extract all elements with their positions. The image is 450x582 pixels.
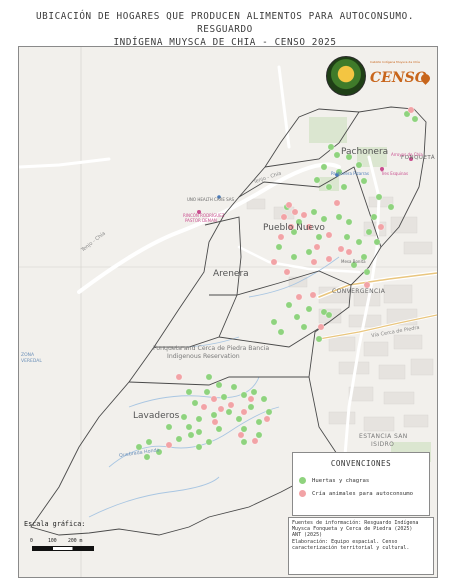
scale-tick-0: 0 (30, 539, 33, 544)
label-estancia: ESTANCIA SAN (359, 433, 408, 440)
censo-logo: Cabildo Indígena Muysca de Chía CENSO (370, 60, 432, 92)
legend-item-huertas-label: Huertas y chagras (312, 478, 370, 484)
label-poi-health: UNO HEALTH CARE SAS (187, 197, 235, 202)
label-estancia-2: ISIDRO (371, 441, 395, 448)
scale-label: Escala gráfica: (24, 520, 86, 528)
legend-item-cria: Cría animales para autoconsumo (299, 490, 413, 500)
censo-logo-small-text: Cabildo Indígena Muysca de Chía (370, 60, 420, 64)
sources-line5: caracterización territorial y cultural. (292, 544, 410, 551)
cabildo-seal-logo (326, 56, 366, 96)
legend-item-huertas: Huertas y chagras (299, 477, 369, 487)
label-reservation-2: Indigenous Reservation (167, 353, 240, 360)
label-poi-pachonera: Pachonera Pizarras (331, 171, 369, 176)
label-left-edge-2: VEREDAL (21, 359, 42, 364)
map-sheet: UBICACIÓN DE HOGARES QUE PRODUCEN ALIMEN… (0, 0, 450, 582)
green-dot-icon (299, 477, 306, 484)
map-title-line1: UBICACIÓN DE HOGARES QUE PRODUCEN ALIMEN… (35, 11, 415, 35)
scale-graphic (32, 546, 94, 551)
pink-dot-icon (299, 490, 306, 497)
label-arenera: Arenera (213, 269, 249, 279)
legend-item-cria-label: Cría animales para autoconsumo (312, 491, 414, 497)
label-poi-arroyo: Arroyos de Chía (391, 152, 423, 157)
label-lavaderos: Lavaderos (133, 411, 180, 421)
label-convergencia: CONVERGENCIA (332, 288, 386, 295)
label-pueblo-nuevo: Pueblo Nuevo (263, 223, 325, 233)
label-poi-mesa: Mesa Bonita (341, 259, 366, 264)
label-poi-tres: Tres Esquinas (381, 171, 409, 176)
label-pachonera: Pachonera (341, 147, 389, 157)
label-poi-rincon-2: PASTOR DEMAN (185, 218, 217, 223)
scale-tick-200: 200 m (68, 539, 83, 544)
label-left-edge: ZONA (21, 353, 35, 358)
legend-title: CONVENCIONES (330, 459, 392, 468)
scale-bar: Escala gráfica: 0 100 200 m (24, 520, 94, 551)
legend: CONVENCIONES Huertas y chagras Cría anim… (292, 452, 430, 516)
logos: Cabildo Indígena Muysca de Chía CENSO (320, 56, 432, 96)
label-reservation: Fonqueta and Cerca de Piedra Bancia (153, 345, 270, 352)
sources-box: Fuentes de información: Resguardo Indíge… (288, 517, 434, 575)
map-title: UBICACIÓN DE HOGARES QUE PRODUCEN ALIMEN… (8, 10, 442, 49)
censo-logo-word: CENSO (370, 70, 427, 86)
scale-tick-100: 100 (48, 539, 57, 544)
